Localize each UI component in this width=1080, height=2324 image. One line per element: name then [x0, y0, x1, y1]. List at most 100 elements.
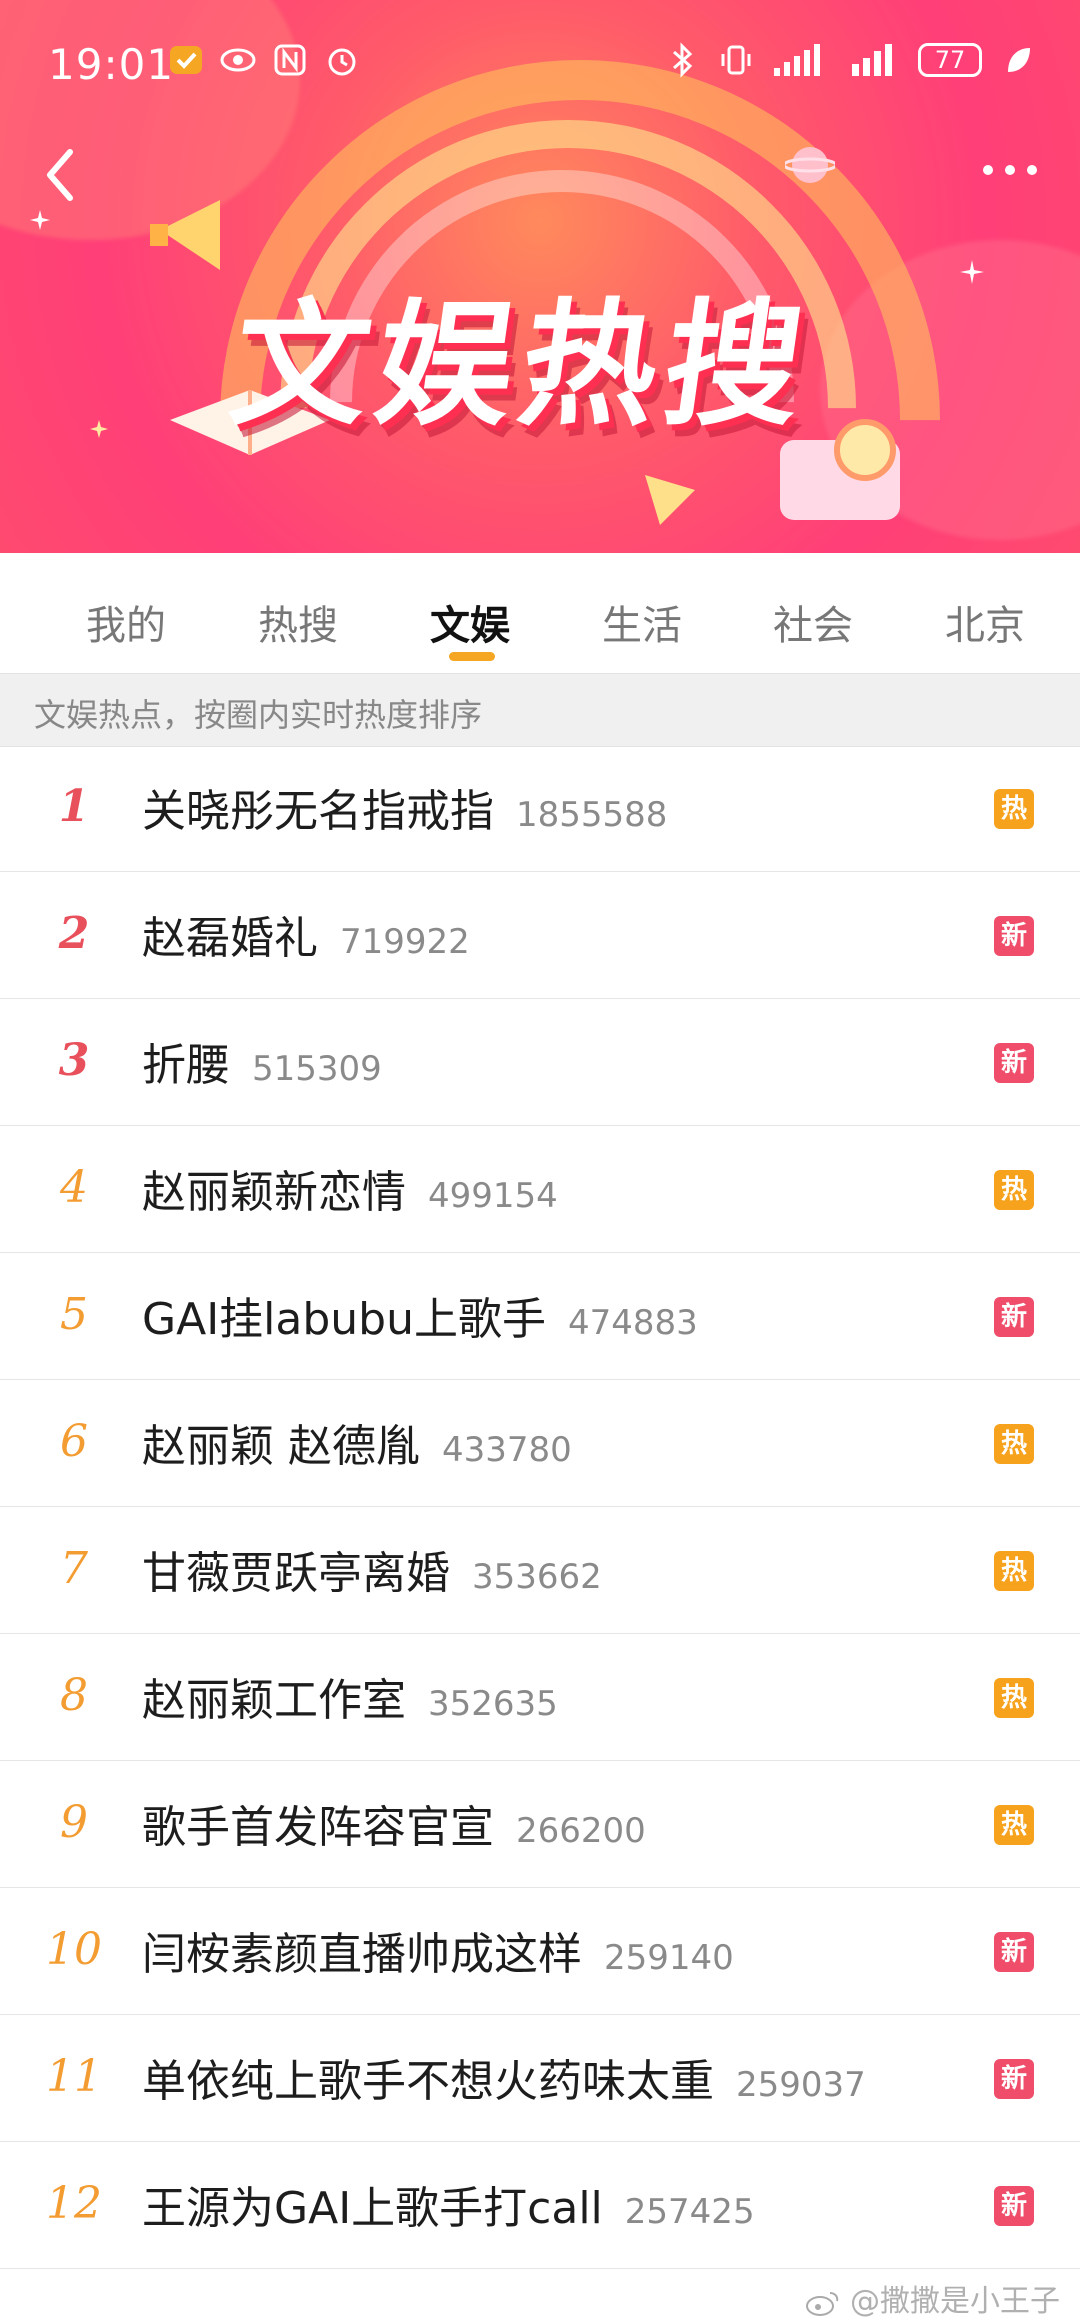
new-badge: 新	[994, 1297, 1034, 1337]
sparkle-icon	[30, 210, 50, 230]
new-badge: 新	[994, 1043, 1034, 1083]
section-description: 文娱热点，按圈内实时热度排序	[0, 673, 1080, 747]
watermark-text: @撒撒是小王子	[850, 2284, 1060, 2319]
section-description-text: 文娱热点，按圈内实时热度排序	[34, 696, 483, 734]
signal-icon	[774, 44, 820, 76]
hot-search-list: 1 关晓彤无名指戒指 1855588 热 2 赵磊婚礼 719922 新 3 折腰 5…	[0, 745, 1080, 2269]
tab-hot-search[interactable]: 热搜	[258, 593, 338, 651]
item-title-text: 王源为GAI上歌手打call	[142, 2183, 603, 2234]
list-item[interactable]: 8 赵丽颖工作室 352635 热	[0, 1634, 1080, 1761]
heat-count: 433780	[442, 1430, 572, 1470]
rank-number: 7	[60, 1543, 88, 1594]
tab-life[interactable]: 生活	[602, 593, 682, 651]
item-title-text: GAI挂labubu上歌手	[142, 1294, 546, 1345]
rank-number: 1	[58, 781, 90, 832]
list-item[interactable]: 6 赵丽颖 赵德胤 433780 热	[0, 1380, 1080, 1507]
weibo-logo-icon	[806, 2291, 839, 2316]
item-title: 折腰 515309	[142, 1029, 382, 1093]
item-title: 赵磊婚礼 719922	[142, 902, 470, 966]
item-title-text: 关晓彤无名指戒指	[142, 786, 494, 837]
item-title-text: 单依纯上歌手不想火药味太重	[142, 2056, 714, 2107]
rank-number: 12	[46, 2178, 102, 2229]
list-item[interactable]: 11 单依纯上歌手不想火药味太重 259037 新	[0, 2015, 1080, 2142]
sparkle-icon	[960, 260, 984, 284]
item-title: 甘薇贾跃亭离婚 353662	[142, 1537, 602, 1601]
item-title-text: 歌手首发阵容官宣	[142, 1802, 494, 1853]
category-tabs: 我的 热搜 文娱 生活 社会 北京	[0, 553, 1080, 673]
item-title-text: 折腰	[142, 1040, 230, 1091]
item-title: 闫桉素颜直播帅成这样 259140	[142, 1918, 734, 1982]
leaf-icon	[1008, 48, 1030, 72]
header-banner: 文娱热搜 19:01 77	[0, 0, 1080, 553]
rank-number: 10	[46, 1924, 102, 1975]
list-item[interactable]: 7 甘薇贾跃亭离婚 353662 热	[0, 1507, 1080, 1634]
list-item[interactable]: 3 折腰 515309 新	[0, 999, 1080, 1126]
list-item[interactable]: 2 赵磊婚礼 719922 新	[0, 872, 1080, 999]
rank-number: 11	[46, 2051, 102, 2102]
item-title: 王源为GAI上歌手打call 257425	[142, 2172, 755, 2236]
watermark: @撒撒是小王子	[806, 2276, 1060, 2320]
list-item[interactable]: 10 闫桉素颜直播帅成这样 259140 新	[0, 1888, 1080, 2015]
item-title-text: 赵磊婚礼	[142, 913, 318, 964]
new-badge: 新	[994, 916, 1034, 956]
battery-indicator: 77	[918, 43, 982, 77]
list-item[interactable]: 5 GAI挂labubu上歌手 474883 新	[0, 1253, 1080, 1380]
item-title-text: 闫桉素颜直播帅成这样	[142, 1929, 582, 1980]
list-item[interactable]: 12 王源为GAI上歌手打call 257425 新	[0, 2142, 1080, 2269]
triangle-deco	[645, 475, 695, 525]
item-title: 赵丽颖工作室 352635	[142, 1664, 558, 1728]
status-time: 19:01	[48, 40, 175, 89]
alarm-icon	[328, 48, 356, 76]
list-item[interactable]: 4 赵丽颖新恋情 499154 热	[0, 1126, 1080, 1253]
rank-number: 2	[58, 908, 90, 959]
back-icon[interactable]	[36, 140, 86, 210]
eye-icon	[220, 48, 256, 72]
heat-count: 352635	[428, 1684, 558, 1724]
rank-number: 4	[60, 1162, 88, 1213]
megaphone-icon	[150, 200, 220, 270]
status-right-icons: 77	[664, 42, 1036, 78]
item-title: GAI挂labubu上歌手 474883	[142, 1283, 698, 1347]
hot-badge: 热	[994, 1424, 1034, 1464]
item-title: 单依纯上歌手不想火药味太重 259037	[142, 2045, 866, 2109]
item-title-text: 赵丽颖工作室	[142, 1675, 406, 1726]
tab-beijing[interactable]: 北京	[945, 593, 1025, 651]
heat-count: 474883	[568, 1303, 698, 1343]
more-icon[interactable]	[980, 160, 1040, 180]
heat-count: 719922	[340, 922, 470, 962]
heat-count: 499154	[428, 1176, 558, 1216]
active-tab-indicator	[449, 652, 495, 661]
new-badge: 新	[994, 1932, 1034, 1972]
tab-entertainment[interactable]: 文娱	[430, 593, 510, 651]
item-title-text: 赵丽颖新恋情	[142, 1167, 406, 1218]
heat-count: 257425	[624, 2192, 755, 2232]
hot-badge: 热	[994, 1805, 1034, 1845]
item-title: 赵丽颖新恋情 499154	[142, 1156, 558, 1220]
status-left-icons	[168, 42, 360, 78]
health-icon	[170, 46, 202, 74]
item-title-text: 甘薇贾跃亭离婚	[142, 1548, 450, 1599]
bluetooth-icon	[673, 42, 693, 78]
list-item[interactable]: 1 关晓彤无名指戒指 1855588 热	[0, 745, 1080, 872]
sparkle-icon	[90, 420, 108, 438]
heat-count: 259037	[736, 2065, 866, 2105]
heat-count: 259140	[604, 1938, 734, 1978]
vibrate-icon	[721, 45, 751, 75]
rank-number: 8	[60, 1670, 88, 1721]
tab-mine[interactable]: 我的	[86, 593, 166, 651]
new-badge: 新	[994, 2186, 1034, 2226]
planet-icon	[785, 147, 835, 183]
rank-number: 5	[60, 1289, 88, 1340]
heat-count: 353662	[472, 1557, 602, 1597]
banner-title: 文娱热搜	[222, 287, 821, 445]
signal-icon	[852, 44, 892, 76]
tab-society[interactable]: 社会	[773, 593, 853, 651]
list-item[interactable]: 9 歌手首发阵容官宣 266200 热	[0, 1761, 1080, 1888]
item-title-text: 赵丽颖 赵德胤	[142, 1421, 420, 1472]
rank-number: 3	[58, 1035, 90, 1086]
hot-badge: 热	[994, 1678, 1034, 1718]
hot-badge: 热	[994, 789, 1034, 829]
item-title: 关晓彤无名指戒指 1855588	[142, 775, 667, 839]
item-title: 赵丽颖 赵德胤 433780	[142, 1410, 572, 1474]
hot-badge: 热	[994, 1170, 1034, 1210]
